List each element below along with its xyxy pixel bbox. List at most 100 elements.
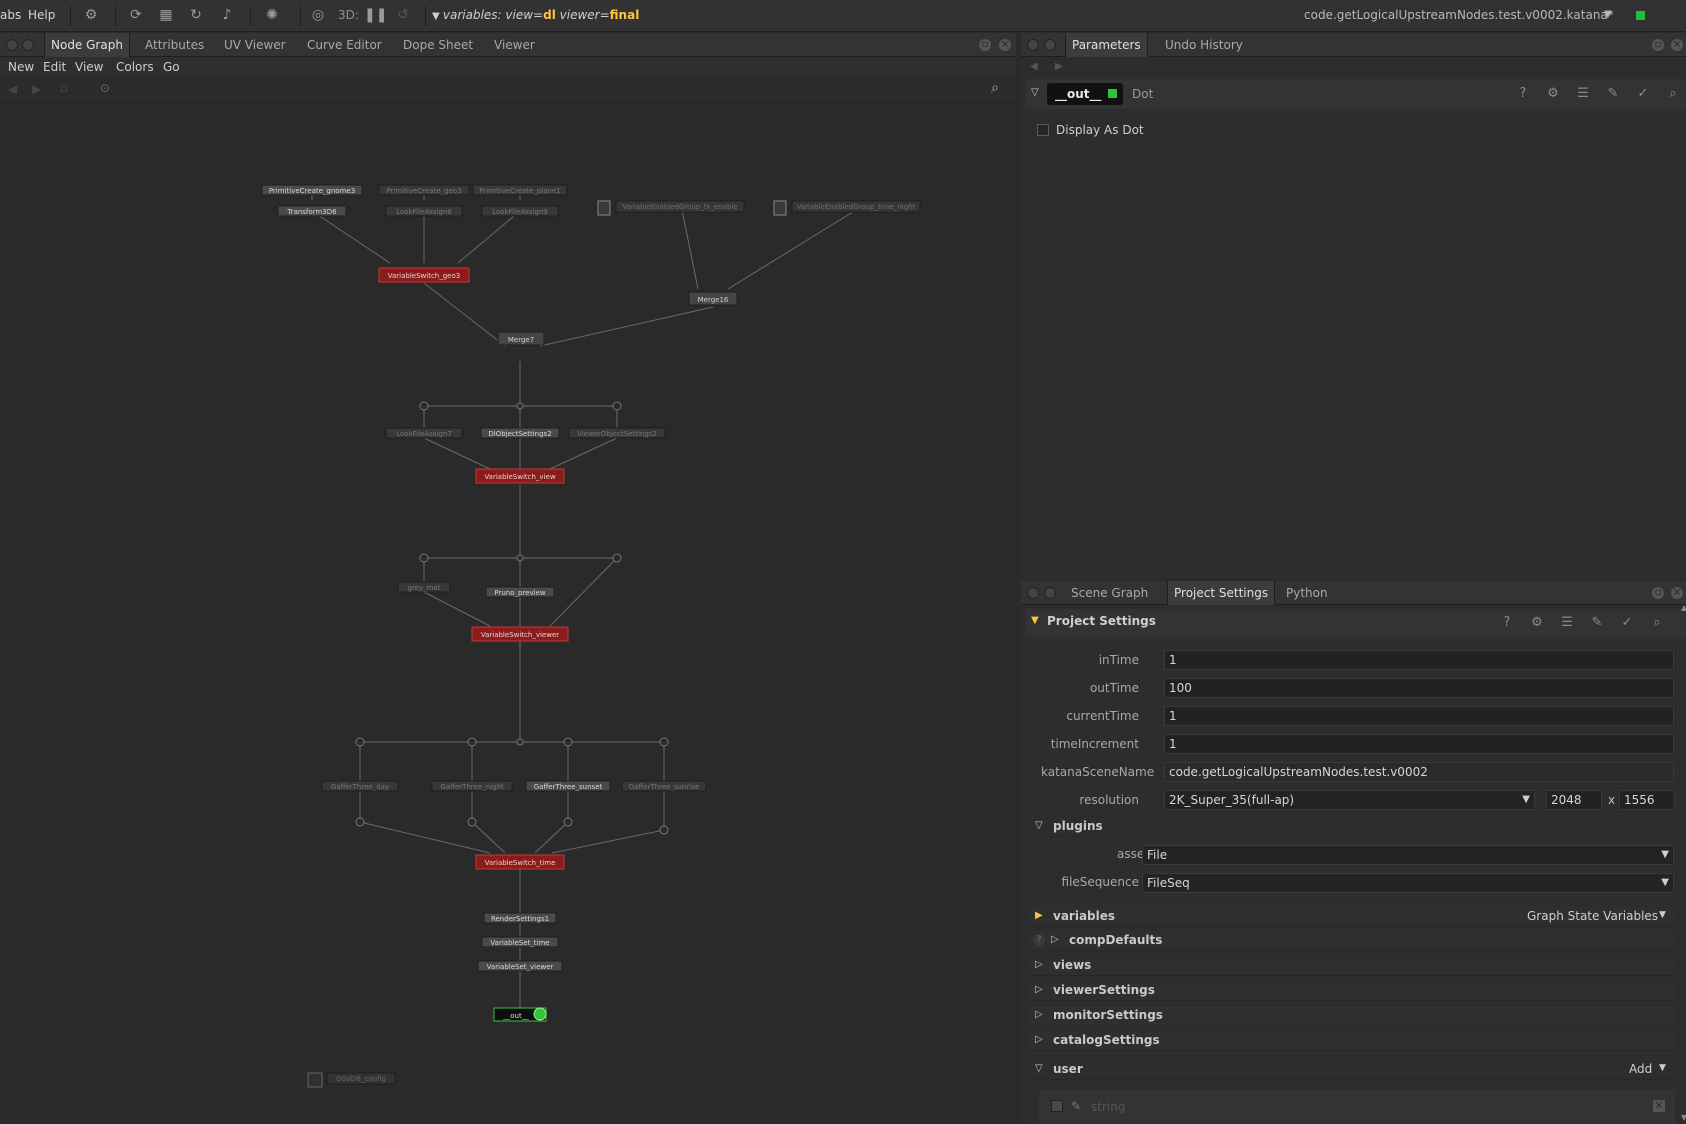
katanascenename-field[interactable]: code.getLogicalUpstreamNodes.test.v0002	[1164, 762, 1674, 782]
pin-icon[interactable]: ✓	[1635, 86, 1651, 102]
gear-icon[interactable]: ⚙	[1545, 86, 1561, 102]
tab-node-graph[interactable]: Node Graph	[44, 33, 130, 57]
node-merge7[interactable]: Merge7	[497, 331, 545, 346]
render-icon[interactable]: ⟳	[127, 6, 145, 24]
close-icon[interactable]: ×	[1653, 1100, 1665, 1112]
maximize-icon[interactable]: ▫	[1652, 39, 1664, 51]
node-primitivecreate-geo3[interactable]: PrimitiveCreate_geo3	[378, 184, 470, 196]
pane-pin-icon[interactable]	[1027, 39, 1039, 51]
node-variableswitch-viewer[interactable]: VariableSwitch_viewer	[471, 626, 569, 642]
node-lookfileassign7[interactable]: LookFileAssign7	[385, 427, 463, 439]
dot-node[interactable]	[563, 737, 573, 747]
display-as-dot-checkbox[interactable]	[1037, 124, 1049, 136]
pane-menu-icon[interactable]	[1044, 39, 1056, 51]
filesequence-dropdown[interactable]: FileSeq ▼	[1142, 873, 1674, 893]
tab-uv-viewer[interactable]: UV Viewer	[218, 33, 292, 57]
node-gafferthree-sunset[interactable]: GafferThree_sunset	[525, 780, 611, 792]
graph-state-variables-display[interactable]: ▼ variables: view=dl viewer=final	[432, 8, 639, 22]
maximize-icon[interactable]: ▫	[979, 39, 991, 51]
node-variableset-time[interactable]: VariableSet_time	[481, 936, 559, 948]
help-icon[interactable]: ?	[1515, 86, 1531, 102]
node-osvdb-config[interactable]: OSVDB_config	[307, 1072, 396, 1088]
pin-icon[interactable]: ✓	[1619, 615, 1635, 631]
menu-colors[interactable]: Colors	[116, 60, 154, 74]
close-icon[interactable]: ×	[1671, 39, 1683, 51]
node-dlobjectsettings2[interactable]: DlObjectSettings2	[480, 427, 560, 439]
node-pruno-preview[interactable]: Pruno_preview	[485, 586, 555, 598]
drag-handle-icon[interactable]	[1051, 1100, 1063, 1112]
scene-icon[interactable]: ✺	[263, 6, 281, 24]
node-lookfileassign9[interactable]: LookFileAssign9	[481, 205, 559, 217]
menu-edit[interactable]: Edit	[43, 60, 66, 74]
tab-dope-sheet[interactable]: Dope Sheet	[397, 33, 479, 57]
node-merge16[interactable]: Merge16	[688, 291, 738, 306]
dot-node[interactable]	[467, 737, 477, 747]
add-parameter-button[interactable]: Add	[1629, 1062, 1652, 1076]
resolution-height-field[interactable]: 1556	[1619, 790, 1675, 810]
comment-icon[interactable]: ✎	[1589, 615, 1605, 631]
node-graph-canvas[interactable]: PrimitiveCreate_gnome3 PrimitiveCreate_g…	[0, 103, 1016, 1124]
tab-undo-history[interactable]: Undo History	[1159, 33, 1249, 57]
node-viewerobjectsettings2[interactable]: ViewerObjectSettings2	[568, 427, 666, 439]
node-primitivecreate-gnome3[interactable]: PrimitiveCreate_gnome3	[261, 184, 363, 196]
flow-icon[interactable]: ⊙	[100, 81, 110, 95]
graph-state-variables-menu[interactable]: Graph State Variables	[1527, 909, 1658, 923]
node-variableenabledgroup-fx[interactable]: VariableEnabledGroup_fx_enable	[597, 200, 745, 216]
menu-new[interactable]: New	[8, 60, 34, 74]
menu-view[interactable]: View	[75, 60, 103, 74]
collapse-icon[interactable]: ▼	[1031, 615, 1039, 626]
search-icon[interactable]: ⌕	[991, 80, 999, 96]
pane-pin-icon[interactable]	[1027, 587, 1039, 599]
dot-node[interactable]	[516, 402, 524, 410]
tab-parameters[interactable]: Parameters	[1065, 33, 1148, 57]
node-variableswitch-geo3[interactable]: VariableSwitch_geo3	[378, 267, 470, 283]
layout-icon[interactable]: ☰	[1575, 86, 1591, 102]
cancel-render-icon[interactable]: ↺	[394, 6, 412, 24]
node-gafferthree-sunrise[interactable]: GafferThree_sunrise	[621, 780, 707, 792]
pane-menu-icon[interactable]	[22, 39, 34, 51]
menu-go[interactable]: Go	[163, 60, 180, 74]
menu-tabs[interactable]: abs	[0, 8, 21, 22]
node-variableswitch-time[interactable]: VariableSwitch_time	[475, 854, 565, 870]
chevron-down-icon[interactable]: ▼	[1604, 9, 1612, 20]
dot-node[interactable]	[355, 737, 365, 747]
back-icon[interactable]: ◀	[8, 82, 17, 96]
project-file-name[interactable]: code.getLogicalUpstreamNodes.test.v0002.…	[1304, 8, 1614, 22]
pane-pin-icon[interactable]	[6, 39, 18, 51]
dot-node[interactable]	[563, 817, 573, 827]
variables-group[interactable]: ▶ variables Graph State Variables ▼	[1029, 907, 1675, 927]
forward-icon[interactable]: ▶	[1055, 61, 1063, 72]
forward-icon[interactable]: ▶	[32, 82, 41, 96]
dot-node[interactable]	[467, 817, 477, 827]
user-group[interactable]: ▽ user Add ▼	[1029, 1060, 1675, 1080]
viewersettings-group[interactable]: ▷ viewerSettings	[1029, 981, 1675, 1001]
edit-icon[interactable]: ✎	[1071, 1099, 1081, 1113]
intime-field[interactable]: 1	[1164, 650, 1674, 670]
monitorsettings-group[interactable]: ▷ monitorSettings	[1029, 1006, 1675, 1026]
close-icon[interactable]: ×	[1671, 587, 1683, 599]
home-icon[interactable]: ⌂	[60, 81, 68, 95]
dot-node[interactable]	[612, 553, 622, 563]
dot-node[interactable]	[516, 738, 524, 746]
collapse-icon[interactable]: ▽	[1031, 87, 1039, 98]
resolution-dropdown[interactable]: 2K_Super_35(full-ap) ▼	[1164, 790, 1535, 810]
maximize-icon[interactable]: ▫	[1652, 587, 1664, 599]
node-lookfileassign8[interactable]: LookFileAssign8	[385, 205, 463, 217]
refresh-icon[interactable]: ↻	[187, 6, 205, 24]
dot-node[interactable]	[516, 554, 524, 562]
tab-viewer[interactable]: Viewer	[488, 33, 541, 57]
tab-python[interactable]: Python	[1280, 581, 1334, 605]
gear-icon[interactable]: ⚙	[82, 6, 100, 24]
pause-icon[interactable]: ❚❚	[364, 6, 387, 24]
tab-project-settings[interactable]: Project Settings	[1167, 581, 1276, 605]
disabled-render-icon[interactable]: ◎	[309, 6, 327, 24]
render-region-icon[interactable]: ▦	[157, 6, 175, 24]
dot-node[interactable]	[419, 553, 429, 563]
dot-node[interactable]	[659, 737, 669, 747]
scroll-down-icon[interactable]: ▼	[1681, 1113, 1686, 1122]
currenttime-field[interactable]: 1	[1164, 706, 1674, 726]
search-icon[interactable]: ⌕	[1665, 86, 1681, 102]
live-render-icon[interactable]: ♪	[218, 6, 236, 24]
node-grey-mat[interactable]: grey_mat	[397, 581, 451, 593]
timeincrement-field[interactable]: 1	[1164, 734, 1674, 754]
